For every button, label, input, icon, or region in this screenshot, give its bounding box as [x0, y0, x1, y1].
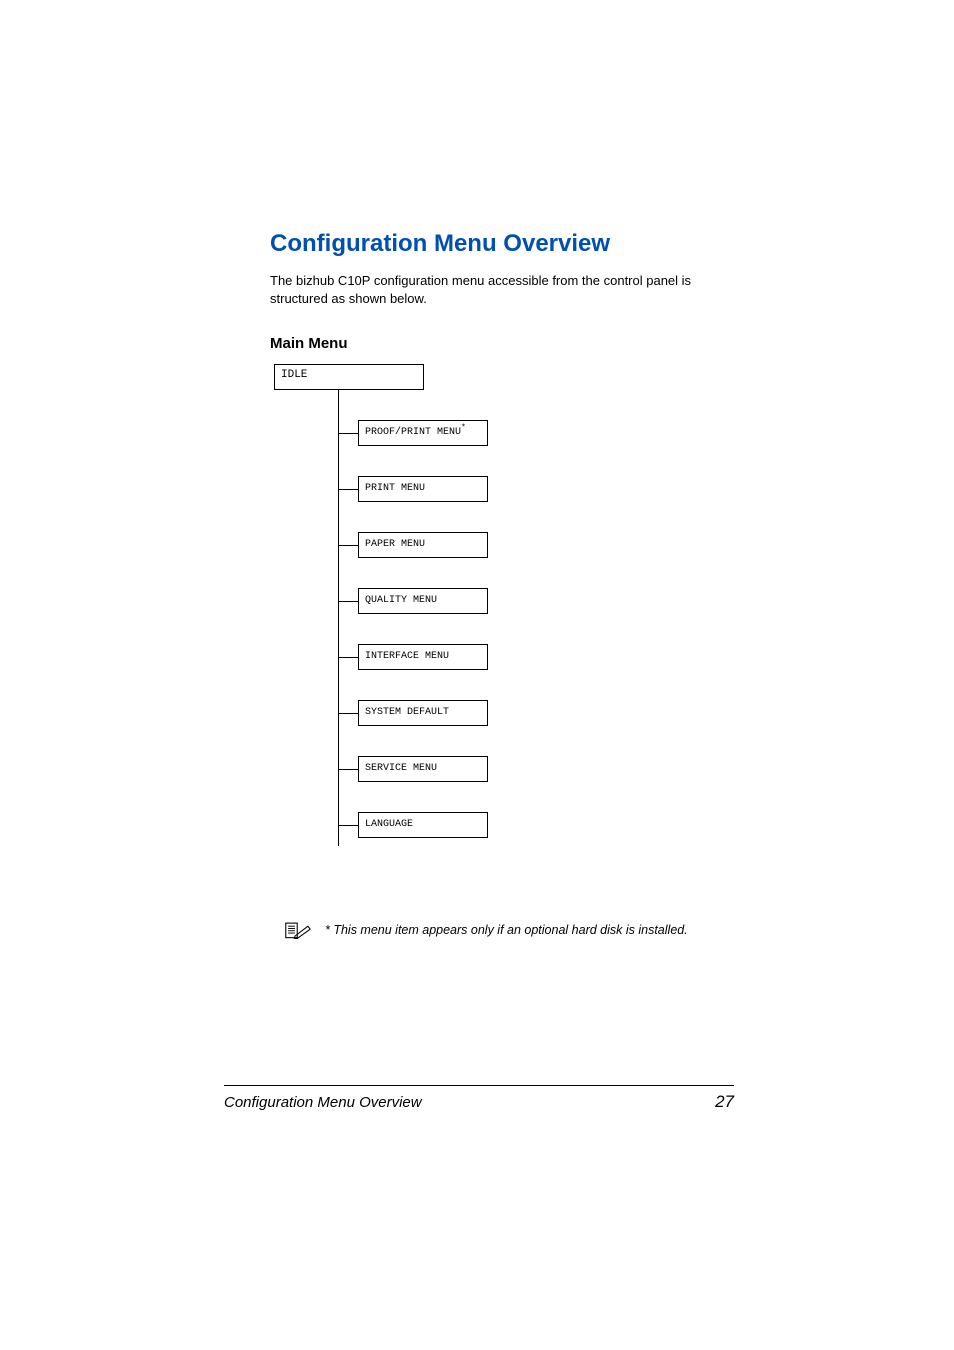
tree-branch-line [338, 601, 358, 602]
tree-node-box: QUALITY MENU [358, 588, 488, 614]
tree-branch-line [338, 657, 358, 658]
tree-branch-line [338, 433, 358, 434]
tree-root-box: IDLE [274, 364, 424, 390]
menu-tree-diagram: IDLE PROOF/PRINT MENU* PRINT MENU PAPER ME… [274, 364, 730, 864]
tree-node-box: INTERFACE MENU [358, 644, 488, 670]
tree-branch-line [338, 545, 358, 546]
footer-page-number: 27 [715, 1092, 734, 1112]
intro-paragraph: The bizhub C10P configuration menu acces… [270, 272, 730, 307]
note-icon [285, 920, 311, 940]
tree-node-box: PRINT MENU [358, 476, 488, 502]
tree-branch-line [338, 489, 358, 490]
page-heading: Configuration Menu Overview [270, 230, 730, 258]
tree-branch-line [338, 825, 358, 826]
tree-branch-line [338, 769, 358, 770]
section-heading: Main Menu [270, 335, 730, 352]
note-text: * This menu item appears only if an opti… [325, 923, 688, 937]
tree-node-box: LANGUAGE [358, 812, 488, 838]
tree-node-box: PAPER MENU [358, 532, 488, 558]
tree-node-box: SYSTEM DEFAULT [358, 700, 488, 726]
tree-branch-line [338, 713, 358, 714]
tree-node-box: PROOF/PRINT MENU* [358, 420, 488, 446]
tree-trunk-line [338, 390, 339, 846]
footer-rule [224, 1085, 734, 1086]
footer-title: Configuration Menu Overview [224, 1094, 422, 1111]
tree-node-box: SERVICE MENU [358, 756, 488, 782]
